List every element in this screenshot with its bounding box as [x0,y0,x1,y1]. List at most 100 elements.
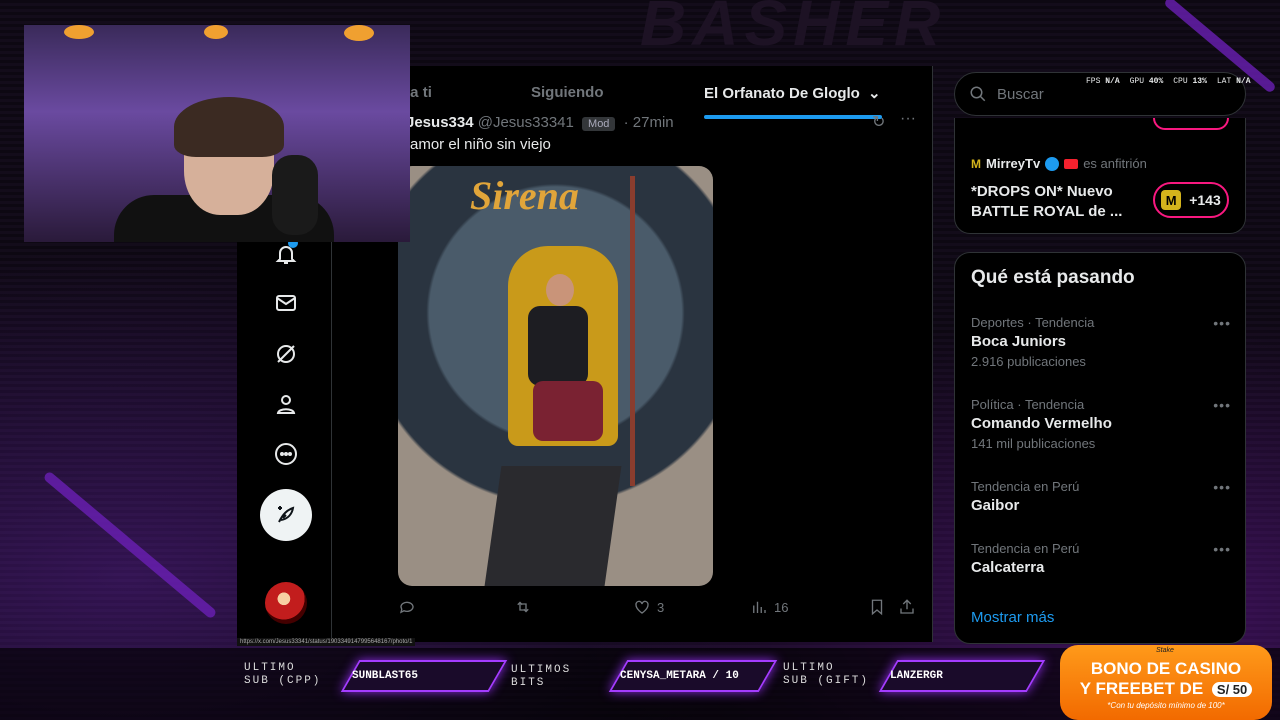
profile-icon[interactable] [270,388,302,420]
live-space-card[interactable]: M MirreyTv es anfitrión *DROPS ON* Nuevo… [954,118,1246,234]
cam-person-hair [174,97,284,157]
feather-icon [278,506,295,523]
last-sub-label-2: SUB (CPP) [244,675,322,687]
trend-more-icon[interactable]: ••• [1213,541,1231,557]
tweet-author-name[interactable]: Jesus334 [406,114,474,131]
messages-icon[interactable] [270,287,302,319]
space-title: *DROPS ON* Nuevo BATTLE ROYAL de ... [971,183,1123,220]
space-host: M MirreyTv es anfitrión [971,156,1147,171]
casino-line-3: *Con tu depósito mínimo de 100* [1107,701,1225,710]
repost-icon [517,601,529,613]
last-sub-label: ULTIMO SUB (CPP) [244,662,321,688]
last-gift-label-2: SUB (GIFT) [783,675,870,687]
trend-more-icon[interactable]: ••• [1213,315,1231,331]
last-bits-label: ULTIMOS BITS [511,664,571,690]
trend-item[interactable]: Tendencia en Perú Gaibor ••• [971,479,1231,514]
space-listeners-pill[interactable]: M +143 [1153,182,1229,218]
mod-badge: Mod [582,117,616,131]
trend-meta: Tendencia en Perú [971,541,1080,556]
casino-ad-banner[interactable]: Stake BONO DE CASINO Y FREEBET DE S/ 50 … [1060,645,1272,720]
search-icon [970,86,986,102]
trend-name: Gaibor [971,497,1020,514]
cam-light [204,25,228,39]
tweet-header: Jesus334 @Jesus33341 Mod · 27min [406,114,674,131]
space-host-suffix: es anfitrión [1083,156,1147,171]
last-bits-label-1: ULTIMOS [511,664,572,676]
trend-name: Boca Juniors [971,333,1067,350]
tweet-actions: 3 16 [398,598,918,622]
reply-button[interactable] [398,598,416,616]
tab-community[interactable]: El Orfanato De Gloglo ⌄ [704,84,881,102]
microphone [272,155,318,235]
space-host-name[interactable]: MirreyTv [986,156,1040,171]
views-button[interactable]: 16 [750,598,788,616]
tweet-time[interactable]: 27min [633,114,674,131]
repost-button[interactable] [514,598,532,616]
lat-value: N/A [1236,77,1251,86]
trend-item[interactable]: Tendencia en Perú Calcaterra ••• [971,541,1231,576]
last-sub-value: SUNBLAST65 [352,670,419,682]
previous-space-pill[interactable] [1153,118,1229,130]
fps-value: N/A [1105,77,1120,86]
photo-person-legs [533,381,603,441]
trends-panel: Qué está pasando Deportes · Tendencia Bo… [954,252,1246,644]
trend-more-icon[interactable]: ••• [1213,397,1231,413]
show-more-link[interactable]: Mostrar más [971,609,1054,626]
last-bits-value: CENYSA_METARA / 10 [620,670,739,682]
trend-item[interactable]: Deportes · Tendencia Boca Juniors 2.916 … [971,315,1231,369]
last-bits-label-2: BITS [511,677,546,689]
last-gift-label: ULTIMO SUB (GIFT) [783,662,869,688]
trend-meta: Deportes · Tendencia [971,315,1095,330]
tweet-author-handle[interactable]: @Jesus33341 [478,114,574,131]
stake-logo: Stake [1156,647,1174,654]
compose-post-button[interactable] [260,489,312,541]
tab-community-label: El Orfanato De Gloglo [704,85,860,102]
tab-following[interactable]: Siguiendo [531,84,604,101]
active-tab-indicator [704,115,882,119]
grok-explain-icon[interactable]: ↻ [872,112,885,132]
verified-badge-icon [1045,156,1060,171]
background-title: BASHER [640,0,947,59]
last-gift-value: LANZERGR [890,670,943,682]
tweet-photo[interactable]: Sirena [398,166,713,586]
main-feed: Para ti Siguiendo El Orfanato De Gloglo … [331,66,933,642]
account-avatar[interactable] [265,582,307,624]
space-listeners: +143 [1189,192,1221,208]
gpu-label: GPU [1129,77,1145,86]
last-sub-label-1: ULTIMO [244,662,296,674]
search-placeholder: Buscar [997,85,1044,103]
trend-meta: Política · Tendencia [971,397,1085,412]
trends-title: Qué está pasando [971,267,1135,288]
trend-item[interactable]: Política · Tendencia Comando Vermelho 14… [971,397,1231,451]
bookmark-icon [871,599,883,616]
share-button[interactable] [898,598,916,616]
share-icon [900,599,914,614]
fps-label: FPS [1086,77,1101,86]
trend-count: 2.916 publicaciones [971,354,1086,369]
bookmark-button[interactable] [868,598,886,616]
views-chart-icon [753,601,766,613]
tweet-text: amor el niño sin viejo [410,136,551,153]
reply-icon [399,601,414,614]
like-button[interactable]: 3 [633,598,664,616]
more-options-icon[interactable] [270,438,302,470]
webcam-overlay [24,25,410,242]
performance-overlay: FPS N/A GPU 40% CPU 13% LAT N/A [1086,77,1251,86]
grok-icon[interactable] [270,338,302,370]
casino-line-2-text: Y FREEBET DE [1079,679,1204,698]
casino-line-2: Y FREEBET DE S/ 50 [1060,679,1272,699]
photo-sign: Sirena [470,173,579,218]
trend-name: Comando Vermelho [971,415,1112,432]
gpu-value: 40% [1148,77,1164,86]
live-icon [1064,158,1079,169]
cam-light [344,25,374,41]
casino-line-1: BONO DE CASINO [1090,659,1242,678]
trend-meta: Tendencia en Perú [971,479,1080,494]
like-count: 3 [657,599,665,615]
heart-icon [635,600,649,614]
trend-more-icon[interactable]: ••• [1213,479,1231,495]
lat-label: LAT [1216,77,1232,86]
tweet-more-icon[interactable]: ··· [900,110,916,128]
last-gift-label-1: ULTIMO [783,662,835,674]
trend-count: 141 mil publicaciones [971,436,1096,451]
